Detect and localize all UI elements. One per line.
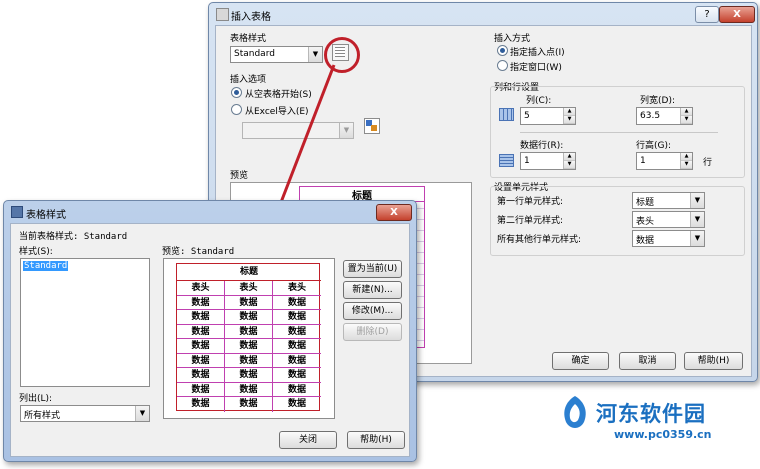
preview-data-cell: 数据	[273, 368, 321, 383]
preview-data-cell: 数据	[177, 310, 225, 325]
preview-data-cell: 数据	[225, 324, 273, 339]
preview-data-cell: 数据	[273, 325, 321, 339]
preview-title-cell: 标题	[177, 264, 321, 281]
preview-data-cell: 数据	[225, 382, 273, 397]
delete-style-button[interactable]: 删除(D)	[343, 323, 402, 341]
preview-header-cell: 表头	[273, 281, 321, 296]
watermark-site-name: 河东软件园	[596, 402, 706, 426]
style-dialog-title: 表格样式	[26, 210, 66, 221]
watermark-url: www.pc0359.cn	[614, 428, 712, 441]
watermark-logo-icon	[564, 396, 586, 428]
preview-data-cell: 数据	[273, 354, 321, 368]
preview-data-cell: 数据	[287, 399, 306, 409]
preview-data-cell: 数据	[177, 295, 225, 310]
preview-data-cell: 数据	[273, 383, 321, 397]
preview-data-cell: 数据	[225, 397, 273, 412]
styles-label: 样式(S):	[19, 247, 53, 257]
preview-data-cell: 数据	[177, 324, 225, 339]
preview-data-cell: 数据	[225, 368, 273, 383]
preview-data-cell: 数据	[273, 339, 321, 354]
preview-data-cell: 数据	[177, 353, 225, 368]
preview-data-cell: 数据	[273, 296, 321, 310]
app-icon	[11, 206, 23, 218]
close-button[interactable]: X	[376, 204, 412, 221]
style-dialog-titlebar[interactable]: 表格样式 X	[4, 201, 416, 223]
watermark-logo	[560, 394, 590, 432]
preview-data-cell: 数据	[225, 310, 273, 325]
preview-data-cell: 数据	[177, 339, 225, 354]
preview-data-cell: 数据	[225, 295, 273, 310]
style-preview-label: 预览: Standard	[162, 247, 235, 257]
list-filter-label: 列出(L):	[19, 394, 53, 404]
preview-header-cell: 表头	[177, 281, 225, 296]
list-filter-select[interactable]: 所有样式 ▼	[20, 405, 150, 422]
style-item-standard[interactable]: Standard	[23, 261, 69, 271]
preview-data-cell: 数据	[273, 310, 321, 325]
modify-style-button[interactable]: 修改(M)...	[343, 302, 402, 320]
set-current-button[interactable]: 置为当前(U)	[343, 260, 402, 278]
preview-data-cell: 数据	[225, 339, 273, 354]
close-dialog-button[interactable]: 关闭	[279, 431, 337, 449]
preview-data-cell: 数据	[177, 368, 225, 383]
preview-data-cell: 数据	[177, 397, 225, 412]
new-style-button[interactable]: 新建(N)...	[343, 281, 402, 299]
preview-data-cell: 数据	[225, 353, 273, 368]
style-dialog-body: 当前表格样式: Standard 样式(S): Standard 列出(L): …	[10, 223, 410, 457]
current-style-label: 当前表格样式: Standard	[19, 232, 128, 242]
preview-data-cell: 数据	[177, 382, 225, 397]
styles-listbox[interactable]: Standard	[20, 258, 150, 387]
style-preview-table: 标题 表头 表头 表头 数据 数据 数据 数据 数据 数据 数据 数据 数据 数据 数据 数据 数据 数据 数据 数据…	[176, 263, 321, 412]
style-preview-pane: 标题 表头 表头 表头 数据 数据 数据 数据 数据 数据 数据 数据 数据 数据 数据 数据 数据 数据 数据 数据…	[163, 258, 335, 419]
preview-header-cell: 表头	[225, 281, 273, 296]
chevron-down-icon: ▼	[135, 406, 149, 421]
table-style-dialog: 表格样式 X 当前表格样式: Standard 样式(S): Standard …	[3, 200, 417, 462]
style-help-button[interactable]: 帮助(H)	[347, 431, 405, 449]
